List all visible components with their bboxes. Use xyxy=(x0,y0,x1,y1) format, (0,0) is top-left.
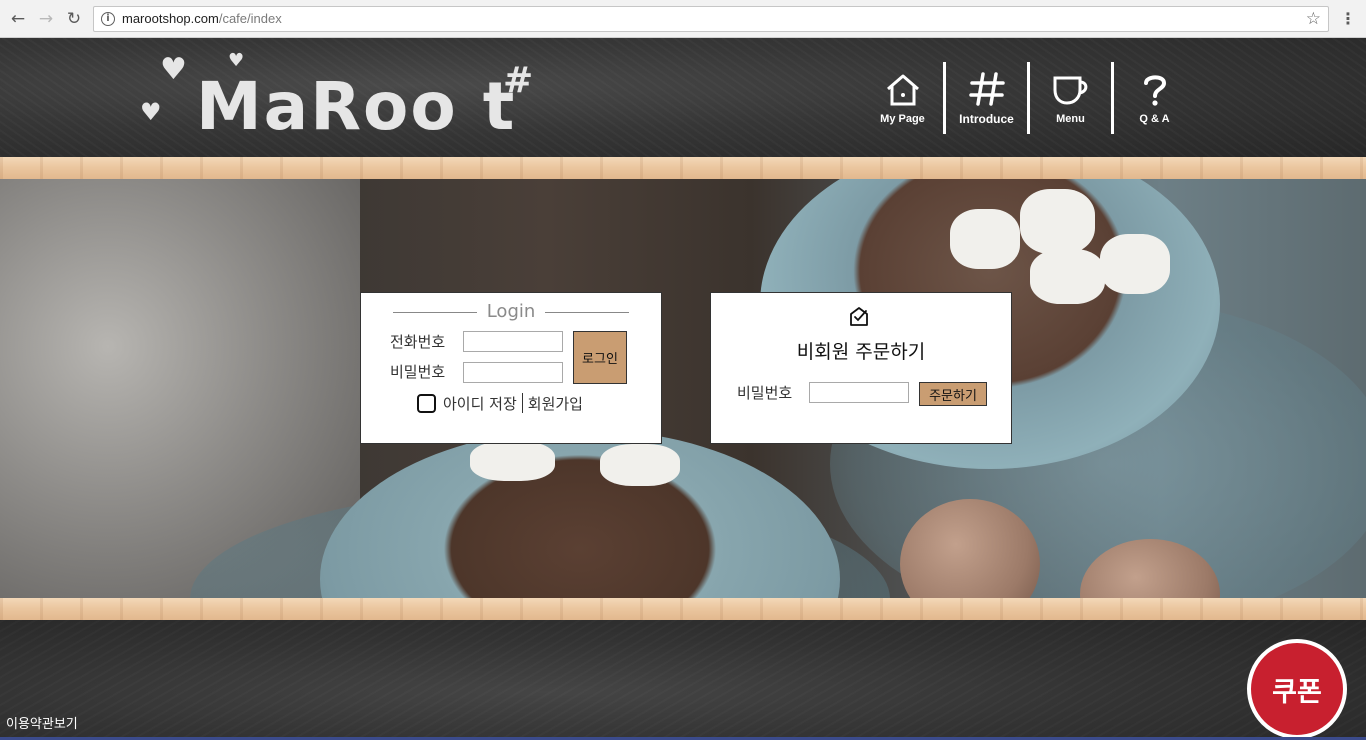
marshmallow-image xyxy=(1020,189,1095,254)
order-button[interactable]: 주문하기 xyxy=(919,382,987,406)
site-footer xyxy=(0,620,1366,740)
address-bar[interactable]: i marootshop.com/cafe/index ☆ xyxy=(93,6,1329,32)
nav-my-page[interactable]: My Page xyxy=(862,60,943,136)
marshmallow-image xyxy=(1100,234,1170,294)
logo-text: MaRoo t xyxy=(196,68,517,145)
hash-icon xyxy=(968,70,1005,108)
top-nav: My Page Introduce Menu Q & A xyxy=(862,60,1195,136)
house-icon xyxy=(885,71,921,109)
check-box-icon xyxy=(847,305,871,329)
coupon-button[interactable]: 쿠폰 xyxy=(1247,639,1347,739)
password-label: 비밀번호 xyxy=(390,363,446,381)
login-title: Login xyxy=(476,301,546,322)
wood-plank-bottom xyxy=(0,598,1366,620)
nav-label: Q & A xyxy=(1139,113,1170,125)
nav-label: Introduce xyxy=(959,112,1014,126)
nav-menu[interactable]: Menu xyxy=(1030,60,1111,136)
wood-plank-top xyxy=(0,157,1366,179)
login-title-wrap: Login xyxy=(393,301,629,322)
logo-sharp: # xyxy=(503,60,534,101)
hero-image xyxy=(0,179,1366,598)
save-id-label[interactable]: 아이디 저장 xyxy=(443,393,517,414)
login-panel: Login 전화번호 비밀번호 로그인 아이디 저장 회원가입 xyxy=(360,292,662,444)
info-icon[interactable]: i xyxy=(101,12,115,26)
nav-qa[interactable]: Q & A xyxy=(1114,60,1195,136)
marshmallow-image xyxy=(1030,249,1105,304)
guest-order-panel: 비회원 주문하기 비밀번호 주문하기 xyxy=(710,292,1012,444)
phone-input[interactable] xyxy=(463,331,563,352)
marshmallow-image xyxy=(470,441,555,481)
save-id-row: 아이디 저장 회원가입 xyxy=(417,392,583,414)
browser-menu-icon[interactable]: ⋮ xyxy=(1340,9,1356,28)
forward-icon[interactable]: → xyxy=(35,8,57,30)
nav-introduce[interactable]: Introduce xyxy=(946,60,1027,136)
guest-password-label: 비밀번호 xyxy=(737,384,793,402)
terms-link[interactable]: 이용약관보기 xyxy=(6,713,78,732)
guest-password-input[interactable] xyxy=(809,382,909,403)
question-icon xyxy=(1140,71,1170,109)
url-host: marootshop.com xyxy=(122,11,219,26)
heart-icon: ♥ xyxy=(140,98,162,126)
guest-order-title: 비회원 주문하기 xyxy=(796,341,926,363)
link-divider xyxy=(521,393,523,413)
password-input[interactable] xyxy=(463,362,563,383)
cup-icon xyxy=(1052,71,1090,109)
url-path: /cafe/index xyxy=(218,11,282,26)
site-logo[interactable]: ♥ ♥ ♥ MaRoo t # xyxy=(140,48,560,148)
cocoa-cup-image xyxy=(320,429,840,598)
save-id-checkbox[interactable] xyxy=(417,393,436,413)
login-title-row: Login xyxy=(393,301,629,323)
marshmallow-image xyxy=(950,209,1020,269)
nav-label: My Page xyxy=(880,113,925,125)
heart-icon: ♥ xyxy=(160,52,187,87)
signup-link[interactable]: 회원가입 xyxy=(528,393,583,414)
bookmark-star-icon[interactable]: ☆ xyxy=(1306,9,1321,29)
login-button[interactable]: 로그인 xyxy=(573,331,627,384)
url-text[interactable]: marootshop.com/cafe/index xyxy=(122,11,282,26)
marshmallow-image xyxy=(600,444,680,486)
browser-chrome: ← → ↻ i marootshop.com/cafe/index ☆ ⋮ xyxy=(0,0,1366,38)
phone-label: 전화번호 xyxy=(390,333,446,351)
nav-label: Menu xyxy=(1056,113,1085,125)
back-icon[interactable]: ← xyxy=(7,8,29,30)
reload-icon[interactable]: ↻ xyxy=(63,8,85,30)
